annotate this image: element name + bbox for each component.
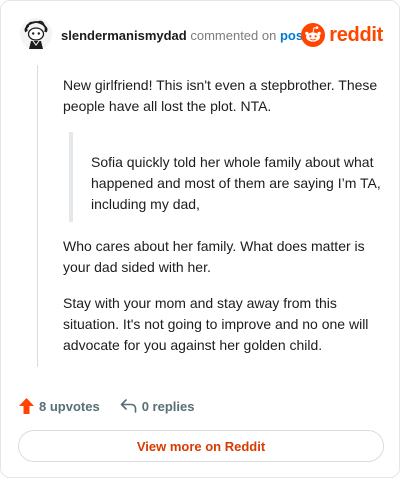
comment-paragraph-1: New girlfriend! This isn't even a stepbr… (63, 77, 378, 114)
upvotes-label: 8 upvotes (39, 398, 100, 414)
action-text: commented on (190, 28, 277, 43)
reddit-comment-card: slendermanismydad commented on post redd… (0, 0, 400, 478)
comment-meta: slendermanismydad commented on post (61, 28, 307, 44)
quote-text: Sofia quickly told her whole family abou… (91, 154, 381, 212)
thread-line (37, 65, 38, 367)
comment-footer: 8 upvotes 0 replies (19, 395, 214, 417)
reddit-wordmark: reddit (329, 23, 383, 46)
snoo-avatar-icon (20, 18, 52, 50)
replies-label: 0 replies (141, 398, 195, 414)
reply-arrow-icon (120, 399, 136, 413)
reddit-snoo-icon (301, 23, 326, 47)
view-more-button[interactable]: View more on Reddit (18, 430, 384, 462)
avatar[interactable] (19, 17, 53, 51)
comment-paragraph-3: Stay with your mom and stay away from th… (63, 295, 369, 353)
username[interactable]: slendermanismydad (61, 28, 187, 43)
reddit-logo[interactable]: reddit (301, 21, 383, 49)
comment-paragraph-2: Who cares about her family. What does ma… (63, 238, 365, 275)
reply-count[interactable]: 0 replies (120, 398, 195, 414)
upvote-count[interactable]: 8 upvotes (19, 398, 100, 414)
upvote-arrow-icon (19, 398, 34, 414)
comment-header: slendermanismydad commented on post redd… (17, 15, 383, 55)
blockquote: Sofia quickly told her whole family abou… (69, 132, 381, 222)
